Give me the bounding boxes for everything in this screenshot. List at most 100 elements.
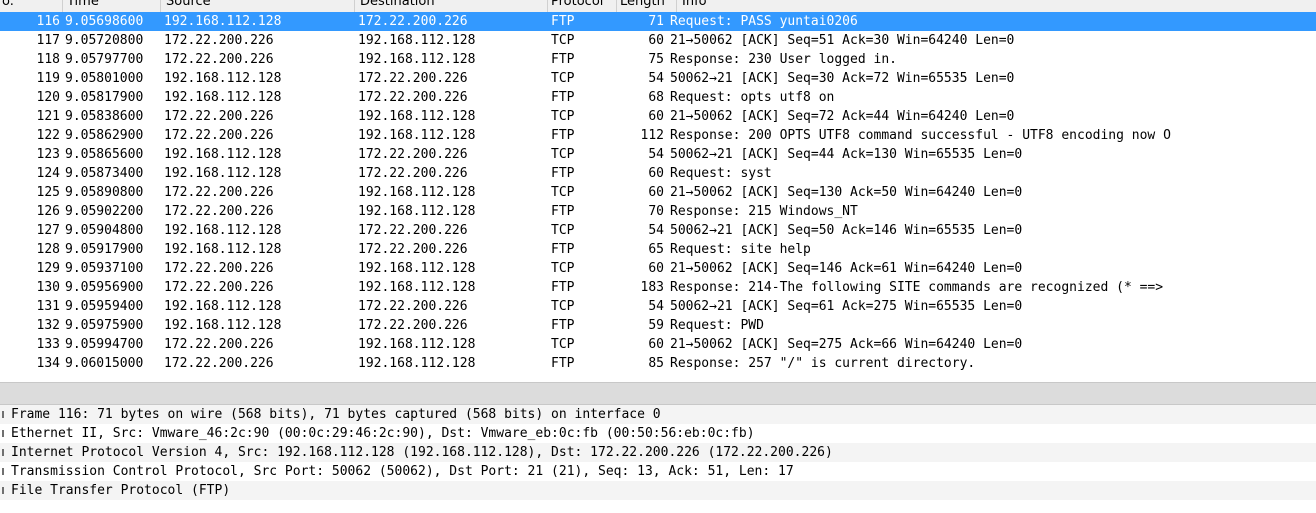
packet-number: 120 (36, 90, 60, 105)
detail-tree-item[interactable]: Internet Protocol Version 4, Src: 192.16… (0, 443, 1316, 462)
packet-length: 54 (648, 299, 664, 314)
packet-time: 9.05904800 (65, 223, 144, 238)
packet-source: 172.22.200.226 (164, 280, 274, 295)
packet-destination: 192.168.112.128 (358, 33, 476, 48)
packet-source: 192.168.112.128 (164, 299, 282, 314)
expand-icon[interactable] (2, 487, 10, 494)
packet-time: 9.05797700 (65, 52, 144, 67)
column-header-source[interactable]: Source (166, 0, 211, 9)
packet-destination: 172.22.200.226 (358, 14, 468, 29)
packet-row[interactable]: 116 9.05698600 192.168.112.128 172.22.200.2… (0, 12, 1316, 31)
packet-row[interactable]: 132 9.05975900 192.168.112.128 172.22.200.2… (0, 316, 1316, 335)
packet-list[interactable]: 116 9.05698600 192.168.112.128 172.22.200.2… (0, 12, 1316, 382)
packet-time: 9.05994700 (65, 337, 144, 352)
packet-time: 9.05865600 (65, 147, 144, 162)
column-divider[interactable] (160, 0, 161, 12)
expand-icon[interactable] (2, 411, 10, 418)
detail-tree-label: Internet Protocol Version 4, Src: 192.16… (11, 445, 833, 460)
column-header-protocol[interactable]: Protocol (551, 0, 603, 9)
detail-tree-item[interactable]: Ethernet II, Src: Vmware_46:2c:90 (00:0c… (0, 424, 1316, 443)
packet-number: 134 (36, 356, 60, 371)
packet-row[interactable]: 133 9.05994700 172.22.200.226 192.168.112.1… (0, 335, 1316, 354)
packet-row[interactable]: 119 9.05801000 192.168.112.128 172.22.200.2… (0, 69, 1316, 88)
packet-time: 9.05862900 (65, 128, 144, 143)
column-header-no[interactable]: o. (2, 0, 14, 9)
packet-destination: 192.168.112.128 (358, 356, 476, 371)
packet-row[interactable]: 126 9.05902200 172.22.200.226 192.168.112.1… (0, 202, 1316, 221)
packet-row[interactable]: 120 9.05817900 192.168.112.128 172.22.200.2… (0, 88, 1316, 107)
packet-destination: 172.22.200.226 (358, 223, 468, 238)
packet-protocol: FTP (551, 52, 575, 67)
packet-time: 9.05902200 (65, 204, 144, 219)
packet-row[interactable]: 127 9.05904800 192.168.112.128 172.22.200.2… (0, 221, 1316, 240)
column-header-info[interactable]: Info (682, 0, 707, 9)
packet-length: 60 (648, 166, 664, 181)
packet-info: 50062→21 [ACK] Seq=50 Ack=146 Win=65535 … (670, 223, 1023, 238)
packet-row[interactable]: 121 9.05838600 172.22.200.226 192.168.112.1… (0, 107, 1316, 126)
column-divider[interactable] (354, 0, 355, 12)
packet-length: 65 (648, 242, 664, 257)
packet-number: 128 (36, 242, 60, 257)
expand-icon[interactable] (2, 430, 10, 437)
expand-icon[interactable] (2, 449, 10, 456)
column-divider[interactable] (676, 0, 677, 12)
packet-protocol: FTP (551, 204, 575, 219)
packet-row[interactable]: 128 9.05917900 192.168.112.128 172.22.200.2… (0, 240, 1316, 259)
packet-info: Response: 257 "/" is current directory. (670, 356, 976, 371)
expand-icon[interactable] (2, 468, 10, 475)
packet-number: 123 (36, 147, 60, 162)
detail-tree-item[interactable]: File Transfer Protocol (FTP) (0, 481, 1316, 500)
packet-source: 192.168.112.128 (164, 223, 282, 238)
detail-tree-item[interactable]: Frame 116: 71 bytes on wire (568 bits), … (0, 405, 1316, 424)
column-header-length[interactable]: Length (620, 0, 665, 9)
packet-destination: 192.168.112.128 (358, 280, 476, 295)
column-header-destination[interactable]: Destination (360, 0, 435, 9)
packet-source: 192.168.112.128 (164, 71, 282, 86)
packet-row[interactable]: 123 9.05865600 192.168.112.128 172.22.200.2… (0, 145, 1316, 164)
packet-time: 9.05838600 (65, 109, 144, 124)
packet-length: 75 (648, 52, 664, 67)
column-divider[interactable] (616, 0, 617, 12)
packet-protocol: TCP (551, 223, 575, 238)
packet-destination: 192.168.112.128 (358, 128, 476, 143)
packet-number: 121 (36, 109, 60, 124)
packet-protocol: TCP (551, 261, 575, 276)
packet-number: 131 (36, 299, 60, 314)
column-header-time[interactable]: Time (67, 0, 99, 9)
detail-tree-label: Transmission Control Protocol, Src Port:… (11, 464, 794, 479)
packet-number: 116 (36, 14, 60, 29)
column-divider[interactable] (547, 0, 548, 12)
packet-length: 112 (640, 128, 664, 143)
packet-info: Request: PASS yuntai0206 (670, 14, 858, 29)
packet-number: 126 (36, 204, 60, 219)
packet-length: 183 (640, 280, 664, 295)
packet-row[interactable]: 125 9.05890800 172.22.200.226 192.168.112.1… (0, 183, 1316, 202)
packet-details-pane: Frame 116: 71 bytes on wire (568 bits), … (0, 405, 1316, 513)
packet-row[interactable]: 129 9.05937100 172.22.200.226 192.168.112.1… (0, 259, 1316, 278)
packet-destination: 192.168.112.128 (358, 337, 476, 352)
packet-destination: 172.22.200.226 (358, 318, 468, 333)
packet-source: 192.168.112.128 (164, 166, 282, 181)
packet-length: 71 (648, 14, 664, 29)
detail-tree-label: Frame 116: 71 bytes on wire (568 bits), … (11, 407, 661, 422)
detail-tree-item[interactable]: Transmission Control Protocol, Src Port:… (0, 462, 1316, 481)
packet-protocol: FTP (551, 318, 575, 333)
packet-row[interactable]: 117 9.05720800 172.22.200.226 192.168.112.1… (0, 31, 1316, 50)
packet-row[interactable]: 131 9.05959400 192.168.112.128 172.22.200.2… (0, 297, 1316, 316)
packet-protocol: TCP (551, 337, 575, 352)
packet-row[interactable]: 118 9.05797700 172.22.200.226 192.168.112.1… (0, 50, 1316, 69)
packet-number: 130 (36, 280, 60, 295)
packet-time: 9.05873400 (65, 166, 144, 181)
packet-row[interactable]: 130 9.05956900 172.22.200.226 192.168.112.1… (0, 278, 1316, 297)
packet-source: 172.22.200.226 (164, 356, 274, 371)
packet-row[interactable]: 134 9.06015000 172.22.200.226 192.168.112.1… (0, 354, 1316, 373)
packet-row[interactable]: 122 9.05862900 172.22.200.226 192.168.112.1… (0, 126, 1316, 145)
horizontal-scrollbar[interactable] (0, 382, 1316, 405)
packet-time: 9.05698600 (65, 14, 144, 29)
packet-info: 50062→21 [ACK] Seq=44 Ack=130 Win=65535 … (670, 147, 1023, 162)
column-divider[interactable] (62, 0, 63, 12)
packet-row[interactable]: 124 9.05873400 192.168.112.128 172.22.200.2… (0, 164, 1316, 183)
packet-source: 172.22.200.226 (164, 261, 274, 276)
packet-length: 70 (648, 204, 664, 219)
packet-info: 21→50062 [ACK] Seq=130 Ack=50 Win=64240 … (670, 185, 1023, 200)
